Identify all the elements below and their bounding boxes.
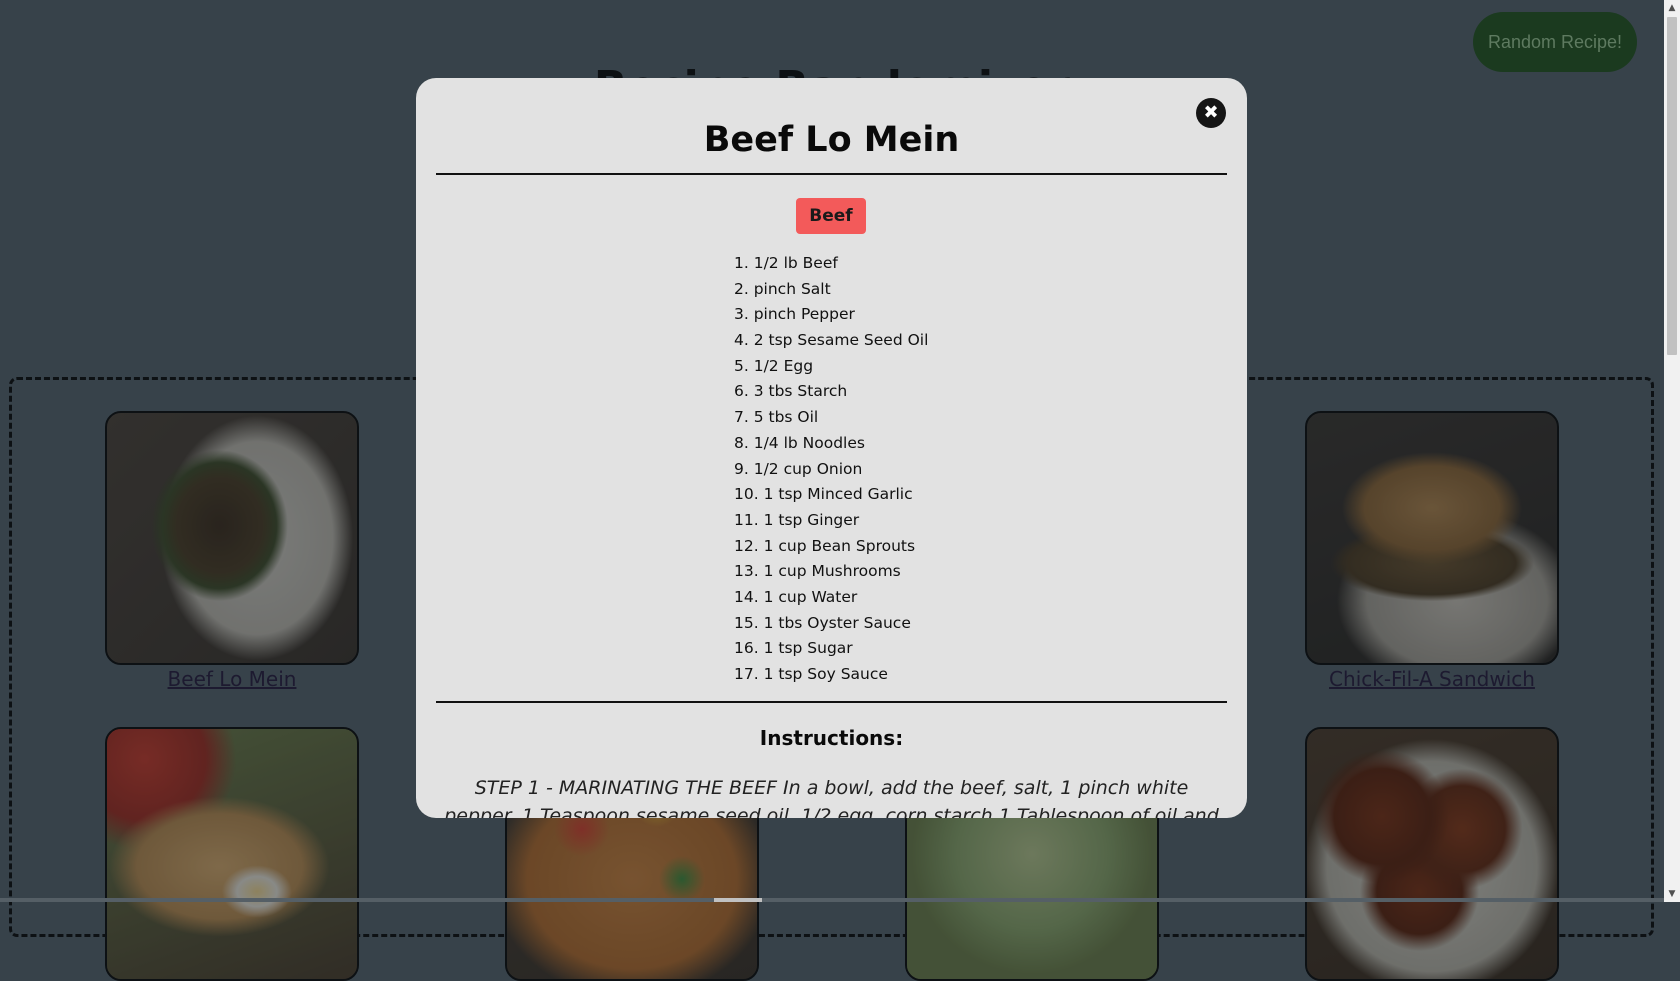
ingredient-item: 4. 2 tsp Sesame Seed Oil — [734, 331, 929, 350]
ingredient-item: 10. 1 tsp Minced Garlic — [734, 485, 913, 504]
scroll-up-icon[interactable]: ▲ — [1664, 0, 1680, 16]
horizontal-scrollbar[interactable] — [0, 898, 1664, 902]
horizontal-scroll-thumb[interactable] — [714, 898, 762, 902]
vertical-scroll-thumb[interactable] — [1667, 17, 1677, 355]
ingredient-item: 17. 1 tsp Soy Sauce — [734, 665, 888, 683]
ingredient-item: 5. 1/2 Egg — [734, 356, 814, 375]
instructions-text: STEP 1 - MARINATING THE BEEF In a bowl, … — [444, 777, 1219, 818]
ingredient-item: 14. 1 cup Water — [734, 587, 858, 606]
ingredient-item: 8. 1/4 lb Noodles — [734, 433, 865, 452]
divider — [436, 701, 1227, 703]
divider — [436, 173, 1227, 175]
ingredient-item: 2. pinch Salt — [734, 279, 831, 298]
ingredient-item: 11. 1 tsp Ginger — [734, 510, 860, 529]
recipe-modal: ✖ Beef Lo Mein Beef 1. 1/2 lb Beef 2. pi… — [416, 78, 1247, 818]
ingredient-item: 1. 1/2 lb Beef — [734, 254, 838, 272]
recipe-card-image[interactable] — [105, 411, 359, 665]
recipe-card-image[interactable] — [1305, 411, 1559, 665]
recipe-card-image[interactable] — [105, 727, 359, 981]
ingredient-item: 7. 5 tbs Oil — [734, 408, 819, 427]
ingredient-item: 16. 1 tsp Sugar — [734, 639, 853, 658]
vertical-scrollbar[interactable]: ▲ ▼ — [1664, 0, 1680, 902]
recipe-card-link[interactable]: Beef Lo Mein — [82, 667, 382, 691]
scroll-down-icon[interactable]: ▼ — [1664, 886, 1680, 902]
category-badge: Beef — [796, 198, 866, 234]
ingredient-item: 9. 1/2 cup Onion — [734, 459, 863, 478]
random-recipe-button[interactable]: Random Recipe! — [1473, 12, 1637, 72]
recipe-card-link[interactable]: Chick-Fil-A Sandwich — [1282, 667, 1582, 691]
ingredient-item: 13. 1 cup Mushrooms — [734, 562, 901, 581]
ingredients-list: 1. 1/2 lb Beef 2. pinch Salt 3. pinch Pe… — [734, 251, 928, 688]
modal-title: Beef Lo Mein — [703, 120, 960, 160]
ingredient-item: 3. pinch Pepper — [734, 305, 855, 324]
ingredient-item: 12. 1 cup Bean Sprouts — [734, 536, 916, 555]
recipe-card-image[interactable] — [1305, 727, 1559, 981]
ingredient-item: 15. 1 tbs Oyster Sauce — [734, 613, 911, 632]
ingredient-item: 6. 3 tbs Starch — [734, 382, 848, 401]
instructions-heading: Instructions: — [759, 726, 904, 750]
